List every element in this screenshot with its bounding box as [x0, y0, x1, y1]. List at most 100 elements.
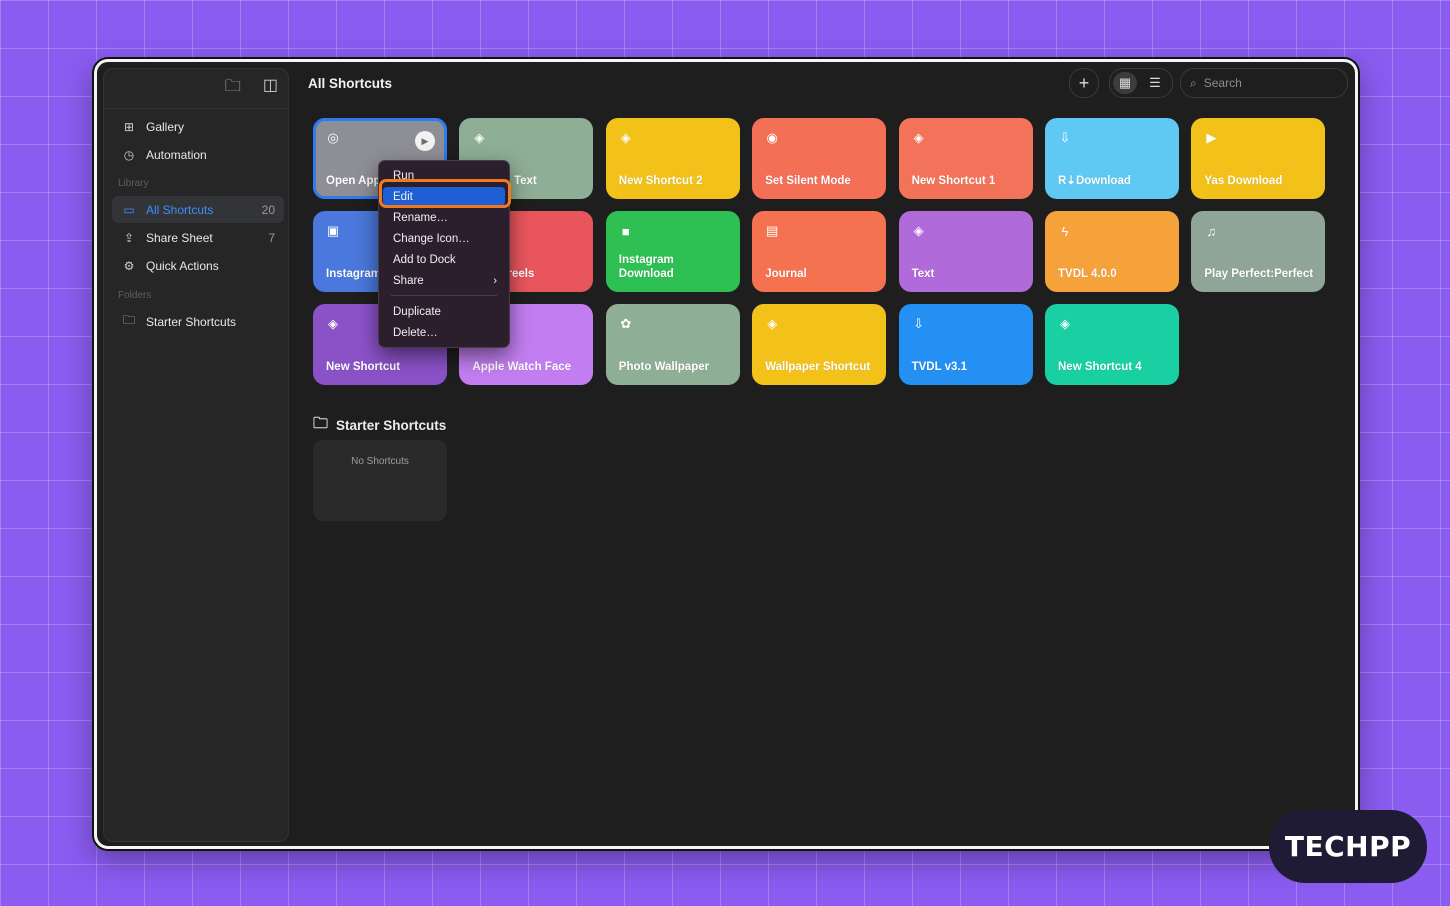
sidebar-item-automation[interactable]: ◷ Automation — [112, 141, 284, 168]
sidebar-item-label: Share Sheet — [146, 230, 213, 245]
search-icon: ⌕ — [1190, 75, 1197, 90]
sidebar-item-label: Quick Actions — [146, 258, 219, 273]
menu-item-rename[interactable]: Rename… — [383, 208, 505, 227]
gear-icon: ⚙ — [123, 258, 135, 273]
sidebar: 🗀 ◫ ⊞ Gallery ◷ Automation Library ▭ All… — [103, 68, 289, 842]
shortcut-tile[interactable]: ◉ Set Silent Mode — [752, 118, 887, 199]
photos-icon: ✿ — [620, 316, 632, 331]
menu-item-change-icon[interactable]: Change Icon… — [383, 229, 505, 248]
safari-icon: ◎ — [327, 130, 339, 145]
folder-section-label: Starter Shortcuts — [336, 418, 447, 433]
list-icon[interactable]: ☰ — [1143, 72, 1167, 94]
sidebar-item-quick-actions[interactable]: ⚙ Quick Actions — [112, 252, 284, 279]
folder-section-title: 🗀 Starter Shortcuts — [313, 413, 446, 438]
search-field[interactable]: ⌕ Search — [1180, 68, 1348, 98]
chevron-right-icon: › — [493, 274, 497, 287]
video-icon: ▶ — [1206, 130, 1217, 145]
shortcut-name: New Shortcut 1 — [911, 175, 996, 187]
shortcut-name: Text — [911, 268, 935, 280]
menu-item-share-label: Share — [393, 274, 424, 287]
share-icon: ⇪ — [123, 230, 135, 245]
shortcut-name: New Shortcut 2 — [618, 175, 703, 187]
stack-icon: ◈ — [474, 130, 485, 145]
sidebar-item-all-shortcuts[interactable]: ▭ All Shortcuts 20 — [112, 196, 284, 223]
clock-icon: ◷ — [123, 147, 135, 162]
empty-folder-card: No Shortcuts — [313, 440, 447, 521]
shortcut-name: Yas Download — [1204, 175, 1283, 187]
stack-icon: ◈ — [328, 316, 338, 331]
sidebar-item-gallery[interactable]: ⊞ Gallery — [112, 113, 284, 140]
stack-icon: ◈ — [1060, 316, 1070, 331]
shortcut-tile[interactable]: ■ Instagram Download — [605, 211, 740, 292]
download-icon: ⇩ — [913, 316, 925, 331]
edit-highlight-ring — [379, 179, 511, 208]
stack-icon: ◈ — [913, 223, 924, 238]
sidebar-item-label: Automation — [146, 147, 207, 162]
shortcut-tile[interactable]: ♫ Play Perfect:Perfect — [1191, 211, 1326, 292]
add-shortcut-button[interactable]: + — [1069, 68, 1099, 98]
play-icon[interactable]: ▶ — [415, 131, 435, 151]
item-count: 7 — [268, 230, 275, 245]
library-header: Library — [118, 178, 149, 189]
shortcut-name: Apple Watch Face — [472, 361, 572, 373]
stack-icon: ◈ — [913, 130, 924, 145]
browser-icon: ▣ — [326, 223, 340, 238]
sidebar-item-label: Starter Shortcuts — [146, 314, 237, 329]
watch-icon: ◉ — [766, 130, 778, 145]
item-count: 20 — [261, 202, 275, 217]
gallery-icon: ⊞ — [123, 119, 135, 134]
square-icon: ■ — [621, 223, 630, 239]
menu-separator — [391, 295, 497, 296]
shortcuts-window: 🗀 ◫ ⊞ Gallery ◷ Automation Library ▭ All… — [94, 59, 1358, 849]
menu-item-add-to-dock[interactable]: Add to Dock — [383, 250, 505, 269]
shortcut-name: New Shortcut — [326, 361, 401, 373]
stack-icon: ◈ — [767, 316, 778, 331]
shortcut-tile[interactable]: ◈ New Shortcut 4 — [1045, 304, 1179, 385]
sidebar-item-label: Gallery — [146, 119, 185, 134]
menu-item-duplicate[interactable]: Duplicate — [383, 302, 505, 321]
shortcut-name: Wallpaper Shortcut — [765, 361, 871, 373]
shortcut-tile[interactable]: ϟ TVDL 4.0.0 — [1045, 211, 1179, 292]
folder-icon: 🗀 — [313, 415, 329, 432]
folders-header: Folders — [118, 290, 152, 301]
shortcut-tile[interactable]: ◈ New Shortcut 1 — [898, 118, 1033, 199]
shortcut-name: TVDL v3.1 — [911, 361, 967, 373]
shortcut-tile[interactable]: ▤ Journal — [752, 211, 887, 292]
folder-icon: ▭ — [123, 202, 135, 217]
menu-item-delete[interactable]: Delete… — [383, 323, 505, 342]
plus-icon: + — [1078, 72, 1090, 93]
shortcut-tile[interactable]: ✿ Photo Wallpaper — [605, 304, 740, 385]
shortcut-tile[interactable]: ◈ Wallpaper Shortcut — [752, 304, 887, 385]
shortcut-name: Set Silent Mode — [765, 175, 851, 187]
sidebar-divider — [104, 108, 288, 109]
search-placeholder: Search — [1203, 76, 1242, 90]
sidebar-item-label: All Shortcuts — [146, 202, 214, 217]
sidebar-item-share-sheet[interactable]: ⇪ Share Sheet 7 — [112, 224, 284, 251]
stack-icon: ◈ — [620, 130, 631, 145]
shortcut-name: TVDL 4.0.0 — [1058, 268, 1117, 280]
shortcut-tile[interactable]: ⇩ R⇣Download — [1045, 118, 1179, 199]
folder-icon: 🗀 — [122, 313, 135, 327]
grid-icon[interactable]: ▦ — [1113, 72, 1137, 94]
download-icon: ⇩ — [1059, 130, 1071, 145]
sidebar-toggle-icon[interactable]: ◫ — [263, 75, 278, 102]
shortcut-name: R⇣Download — [1058, 175, 1131, 187]
empty-text: No Shortcuts — [351, 456, 409, 467]
new-folder-icon[interactable]: 🗀 — [225, 75, 241, 102]
menu-item-share[interactable]: Share › — [383, 271, 505, 290]
shortcut-tile[interactable]: ⇩ TVDL v3.1 — [898, 304, 1033, 385]
notes-icon: ▤ — [766, 223, 779, 238]
shortcut-tile[interactable]: ▶ Yas Download — [1191, 118, 1326, 199]
bolt-icon: ϟ — [1061, 223, 1069, 239]
music-icon: ♫ — [1206, 223, 1217, 239]
shortcut-tile[interactable]: ◈ Text — [898, 211, 1033, 292]
shortcut-name: Instagram Download — [618, 254, 674, 280]
sidebar-toolbar: 🗀 ◫ — [225, 75, 278, 102]
view-toggle: ▦ ☰ — [1109, 68, 1173, 98]
shortcut-name: Play Perfect:Perfect — [1204, 268, 1314, 280]
shortcut-name: Photo Wallpaper — [618, 361, 710, 373]
shortcut-name: New Shortcut 4 — [1058, 361, 1142, 373]
techpp-watermark: TECHPP — [1269, 810, 1427, 883]
sidebar-item-starter-shortcuts[interactable]: 🗀 Starter Shortcuts — [112, 308, 284, 335]
shortcut-tile[interactable]: ◈ New Shortcut 2 — [605, 118, 740, 199]
